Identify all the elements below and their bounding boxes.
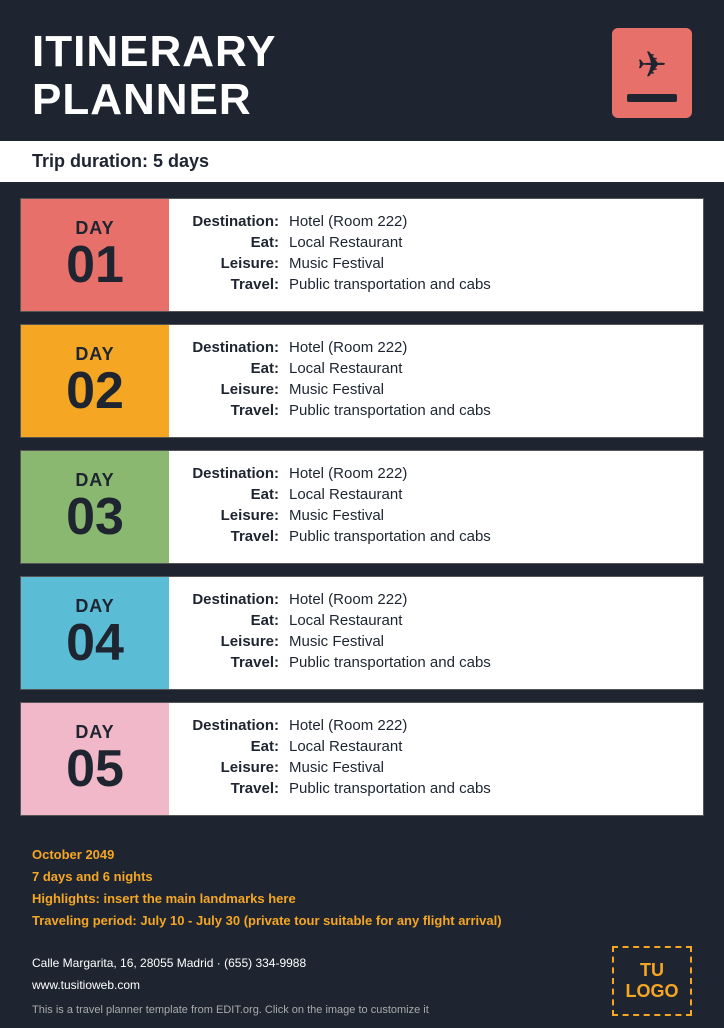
logo-lines xyxy=(627,94,677,102)
detail-destination-5: Destination: Hotel (Room 222) xyxy=(189,717,683,734)
header: ITINERARY PLANNER ✈ xyxy=(0,0,724,141)
detail-destination-4: Destination: Hotel (Room 222) xyxy=(189,591,683,608)
plane-icon: ✈ xyxy=(637,44,667,86)
detail-travel-3: Travel: Public transportation and cabs xyxy=(189,528,683,545)
day-num-4: 04 xyxy=(66,617,124,669)
detail-eat-4: Eat: Local Restaurant xyxy=(189,612,683,629)
day-row: DAY 03 Destination: Hotel (Room 222) Eat… xyxy=(20,450,704,564)
detail-destination-2: Destination: Hotel (Room 222) xyxy=(189,339,683,356)
page-title: ITINERARY PLANNER xyxy=(32,28,277,125)
day-label-5: DAY 05 xyxy=(21,703,169,815)
detail-destination-3: Destination: Hotel (Room 222) xyxy=(189,465,683,482)
day-details-1: Destination: Hotel (Room 222) Eat: Local… xyxy=(169,199,703,311)
footer-bottom: Calle Margarita, 16, 28055 Madrid · (655… xyxy=(32,946,692,1016)
footer-address: Calle Margarita, 16, 28055 Madrid · (655… xyxy=(32,953,429,975)
day-label-1: DAY 01 xyxy=(21,199,169,311)
detail-travel-2: Travel: Public transportation and cabs xyxy=(189,402,683,419)
day-row: DAY 01 Destination: Hotel (Room 222) Eat… xyxy=(20,198,704,312)
detail-leisure-3: Leisure: Music Festival xyxy=(189,507,683,524)
main-content: DAY 01 Destination: Hotel (Room 222) Eat… xyxy=(0,182,724,828)
detail-leisure-2: Leisure: Music Festival xyxy=(189,381,683,398)
day-row: DAY 04 Destination: Hotel (Room 222) Eat… xyxy=(20,576,704,690)
trip-duration-label: Trip duration: 5 days xyxy=(32,151,209,171)
detail-leisure-1: Leisure: Music Festival xyxy=(189,255,683,272)
day-num-1: 01 xyxy=(66,239,124,291)
day-details-4: Destination: Hotel (Room 222) Eat: Local… xyxy=(169,577,703,689)
day-details-3: Destination: Hotel (Room 222) Eat: Local… xyxy=(169,451,703,563)
footer-logo: TULOGO xyxy=(612,946,692,1016)
footer-line-3: Highlights: insert the main landmarks he… xyxy=(32,888,692,910)
detail-destination-1: Destination: Hotel (Room 222) xyxy=(189,213,683,230)
footer-disclaimer: This is a travel planner template from E… xyxy=(32,1004,429,1016)
day-label-3: DAY 03 xyxy=(21,451,169,563)
footer-website: www.tusitioweb.com xyxy=(32,975,429,997)
day-label-4: DAY 04 xyxy=(21,577,169,689)
detail-travel-4: Travel: Public transportation and cabs xyxy=(189,654,683,671)
day-label-2: DAY 02 xyxy=(21,325,169,437)
detail-leisure-4: Leisure: Music Festival xyxy=(189,633,683,650)
footer-line-2: 7 days and 6 nights xyxy=(32,866,692,888)
day-details-5: Destination: Hotel (Room 222) Eat: Local… xyxy=(169,703,703,815)
trip-duration-bar: Trip duration: 5 days xyxy=(0,141,724,182)
detail-leisure-5: Leisure: Music Festival xyxy=(189,759,683,776)
detail-eat-3: Eat: Local Restaurant xyxy=(189,486,683,503)
header-logo: ✈ xyxy=(612,28,692,118)
day-row: DAY 02 Destination: Hotel (Room 222) Eat… xyxy=(20,324,704,438)
detail-travel-1: Travel: Public transportation and cabs xyxy=(189,276,683,293)
footer-line-1: October 2049 xyxy=(32,844,692,866)
day-num-5: 05 xyxy=(66,743,124,795)
footer-highlights: October 2049 7 days and 6 nights Highlig… xyxy=(32,844,692,932)
footer-contact: Calle Margarita, 16, 28055 Madrid · (655… xyxy=(32,953,429,1016)
detail-eat-5: Eat: Local Restaurant xyxy=(189,738,683,755)
footer-line-4: Traveling period: July 10 - July 30 (pri… xyxy=(32,910,692,932)
footer: October 2049 7 days and 6 nights Highlig… xyxy=(0,828,724,1028)
detail-eat-2: Eat: Local Restaurant xyxy=(189,360,683,377)
day-row: DAY 05 Destination: Hotel (Room 222) Eat… xyxy=(20,702,704,816)
detail-travel-5: Travel: Public transportation and cabs xyxy=(189,780,683,797)
detail-eat-1: Eat: Local Restaurant xyxy=(189,234,683,251)
page: ITINERARY PLANNER ✈ Trip duration: 5 day… xyxy=(0,0,724,1028)
day-num-3: 03 xyxy=(66,491,124,543)
day-num-2: 02 xyxy=(66,365,124,417)
day-details-2: Destination: Hotel (Room 222) Eat: Local… xyxy=(169,325,703,437)
